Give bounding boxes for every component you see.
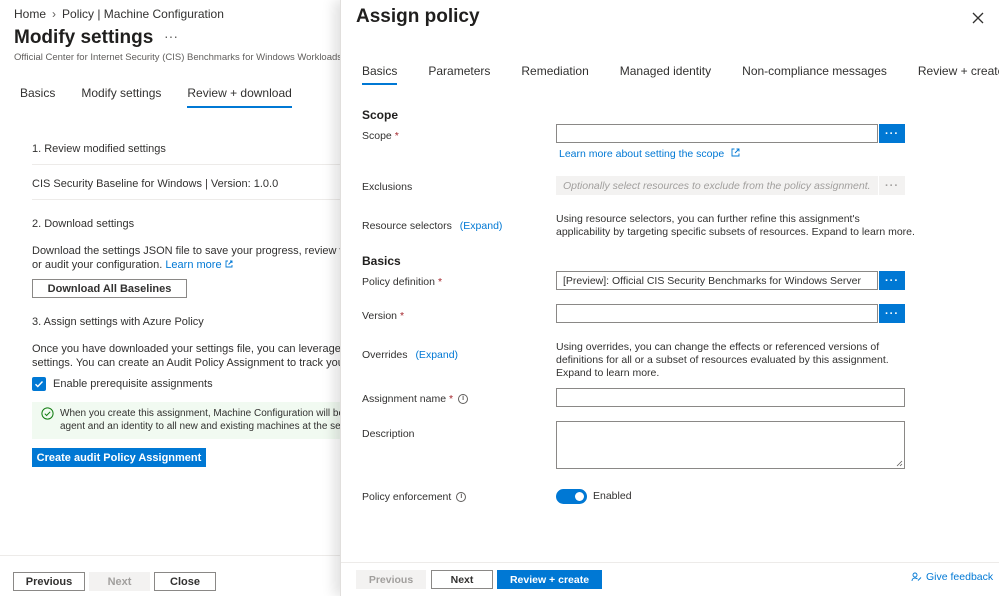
tab-review-create[interactable]: Review + create: [918, 64, 999, 85]
tab-modify-settings[interactable]: Modify settings: [81, 86, 161, 108]
give-feedback-link[interactable]: Give feedback: [911, 571, 993, 583]
footer-divider: [0, 555, 340, 556]
policy-definition-label: Policy definition *: [362, 276, 443, 288]
wizard-tabs: Basics Modify settings Review + download: [20, 86, 292, 108]
checkmark-icon: [35, 381, 44, 388]
scope-learn-more: Learn more about setting the scope: [556, 148, 916, 161]
resource-selectors-expand-link[interactable]: (Expand): [460, 220, 503, 232]
description-label: Description: [362, 428, 415, 440]
info-line-2: agent and an identity to all new and exi…: [60, 421, 340, 432]
scope-input[interactable]: [556, 124, 878, 143]
resize-handle-icon[interactable]: [896, 460, 903, 467]
exclusions-input[interactable]: Optionally select resources to exclude f…: [556, 176, 878, 195]
assignment-name-label: Assignment name * i: [362, 393, 469, 405]
divider: [32, 199, 340, 200]
info-icon[interactable]: i: [456, 492, 467, 503]
breadcrumb-separator: ›: [52, 7, 57, 21]
exclusions-browse-button[interactable]: ···: [879, 176, 905, 195]
version-input[interactable]: [556, 304, 878, 323]
tab-review-download[interactable]: Review + download: [187, 86, 292, 108]
download-all-baselines-button[interactable]: Download All Baselines: [32, 279, 187, 298]
info-message-box: When you create this assignment, Machine…: [32, 402, 340, 439]
tab-managed-identity[interactable]: Managed identity: [620, 64, 711, 85]
assign-text-line1: Once you have downloaded your settings f…: [32, 343, 340, 355]
version-label: Version *: [362, 310, 405, 322]
download-text-line2: or audit your configuration. Learn more: [32, 258, 340, 272]
section-review-title: 1. Review modified settings: [32, 143, 166, 155]
assignment-name-input[interactable]: [556, 388, 905, 407]
tab-parameters[interactable]: Parameters: [428, 64, 490, 85]
baseline-name: CIS Security Baseline for Windows | Vers…: [32, 178, 279, 190]
previous-button[interactable]: Previous: [13, 572, 85, 591]
policy-enforcement-status: Enabled: [593, 490, 632, 502]
prerequisite-checkbox[interactable]: [32, 377, 46, 391]
scope-section-heading: Scope: [362, 108, 399, 122]
prerequisite-checkbox-label: Enable prerequisite assignments: [53, 378, 213, 390]
scope-browse-button[interactable]: ···: [879, 124, 905, 143]
previous-button[interactable]: Previous: [356, 570, 426, 589]
tab-non-compliance-messages[interactable]: Non-compliance messages: [742, 64, 887, 85]
policy-definition-input[interactable]: [Preview]: Official CIS Security Benchma…: [556, 271, 878, 290]
resource-selectors-label: Resource selectors (Expand): [362, 220, 503, 232]
divider: [32, 164, 340, 165]
assign-text-line2: settings. You can create an Audit Policy…: [32, 357, 340, 369]
tab-basics[interactable]: Basics: [362, 64, 398, 85]
external-link-icon: [225, 260, 233, 268]
learn-more-scope-link[interactable]: Learn more about setting the scope: [559, 148, 724, 160]
close-button[interactable]: Close: [154, 572, 216, 591]
review-create-button[interactable]: Review + create: [497, 570, 602, 589]
toggle-knob: [575, 492, 584, 501]
section-assign-title: 3. Assign settings with Azure Policy: [32, 316, 204, 328]
overrides-description: Using overrides, you can change the effe…: [556, 341, 889, 379]
assign-policy-panel: Assign policy Basics Parameters Remediat…: [340, 0, 999, 596]
version-browse-button[interactable]: ···: [879, 304, 905, 323]
page-subtitle: Official Center for Internet Security (C…: [14, 52, 340, 63]
resource-selectors-description: Using resource selectors, you can furthe…: [556, 213, 915, 238]
policy-definition-browse-button[interactable]: ···: [879, 271, 905, 290]
exclusions-label: Exclusions: [362, 181, 413, 193]
create-audit-policy-button[interactable]: Create audit Policy Assignment: [32, 448, 206, 467]
next-button[interactable]: Next: [89, 572, 150, 591]
background-page: Home › Policy | Machine Configuration Modi…: [0, 0, 340, 596]
feedback-icon: [911, 572, 922, 581]
overrides-expand-link[interactable]: (Expand): [415, 349, 458, 361]
tab-remediation[interactable]: Remediation: [521, 64, 588, 85]
page-title: Modify settings: [14, 27, 154, 48]
overrides-label: Overrides (Expand): [362, 349, 459, 361]
download-text: Download the settings JSON file to save …: [32, 245, 340, 257]
close-icon[interactable]: [970, 10, 986, 26]
basics-section-heading: Basics: [362, 254, 401, 268]
policy-enforcement-toggle[interactable]: [556, 489, 587, 504]
info-icon[interactable]: i: [458, 394, 469, 405]
breadcrumb-policy[interactable]: Policy | Machine Configuration: [62, 7, 224, 21]
description-textarea[interactable]: [556, 421, 905, 469]
scope-label: Scope *: [362, 130, 399, 142]
info-line-1: When you create this assignment, Machine…: [60, 408, 340, 419]
more-options-icon[interactable]: ···: [164, 28, 178, 44]
next-button[interactable]: Next: [431, 570, 493, 589]
tab-basics[interactable]: Basics: [20, 86, 55, 108]
breadcrumb-home[interactable]: Home: [14, 7, 46, 21]
learn-more-link[interactable]: Learn more: [165, 259, 221, 271]
section-download-title: 2. Download settings: [32, 218, 135, 230]
panel-tabs: Basics Parameters Remediation Managed id…: [362, 64, 999, 85]
policy-enforcement-label: Policy enforcement i: [362, 491, 467, 503]
breadcrumb: Home › Policy | Machine Configuration: [14, 7, 224, 21]
panel-footer-divider: [341, 562, 999, 563]
success-check-icon: [41, 407, 54, 420]
panel-title: Assign policy: [356, 6, 480, 27]
external-link-icon: [731, 148, 740, 157]
